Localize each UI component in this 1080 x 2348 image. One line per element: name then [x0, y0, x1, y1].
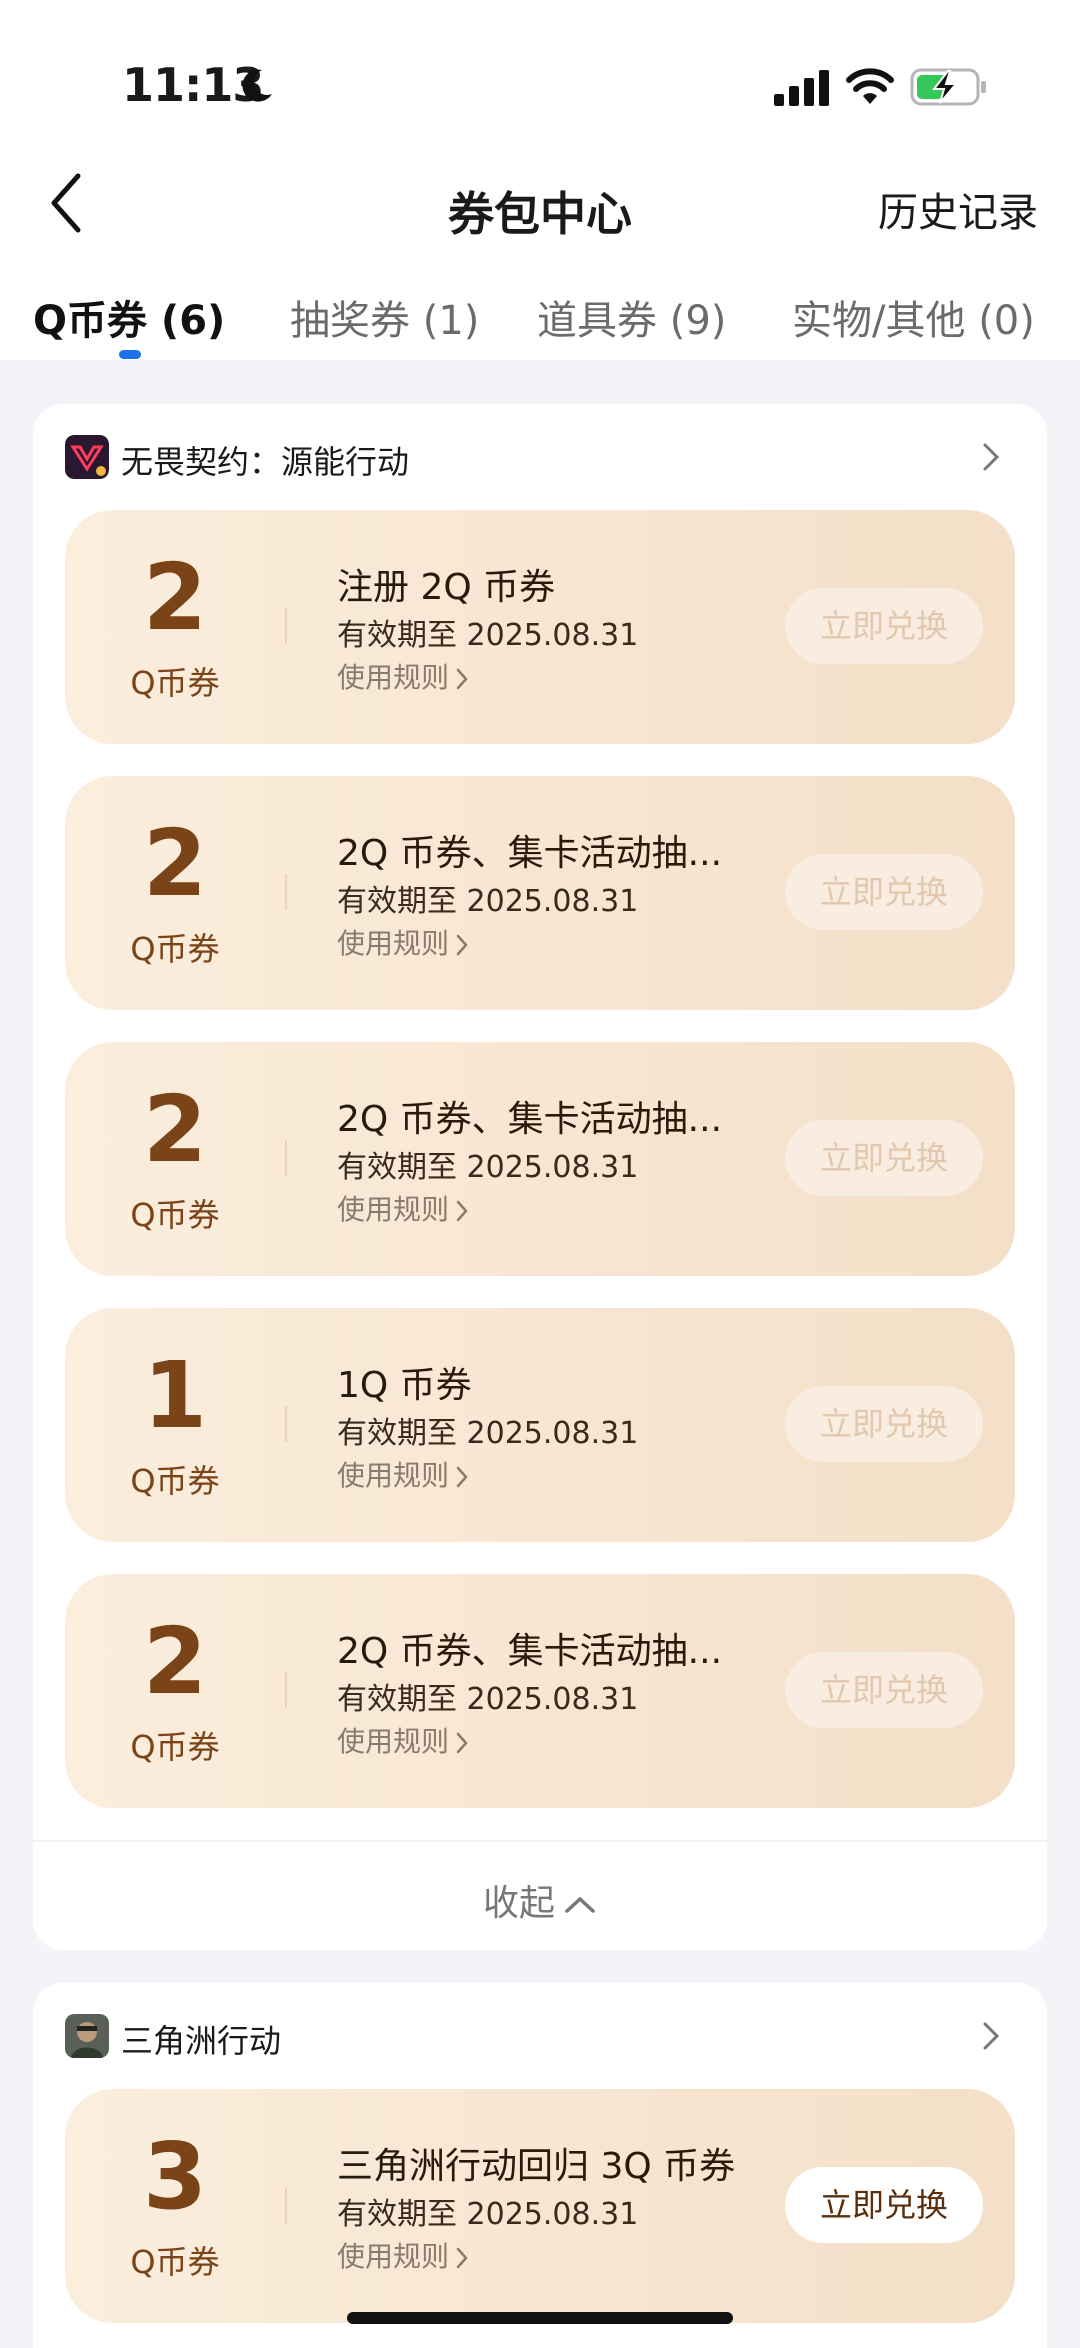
usage-rules-label: 使用规则 [337, 2240, 450, 2273]
usage-rules-link[interactable]: 使用规则 [337, 2235, 469, 2275]
collapse-label: 收起 [482, 1883, 555, 1924]
coupon-expiry: 有效期至 2025.08.31 [337, 1682, 639, 1717]
game-logo-icon [65, 435, 109, 479]
chevron-right-icon [456, 1732, 468, 1754]
divider [33, 1840, 1047, 1842]
tab-physical-other[interactable]: 实物/其他 (0) [792, 288, 1035, 346]
coupon-name: 2Q 币券、集卡活动抽... [337, 1631, 723, 1672]
moon-icon [242, 69, 272, 102]
redeem-button[interactable]: 立即兑换 [785, 1386, 983, 1462]
chevron-right-icon [456, 934, 468, 956]
coupon-expiry: 有效期至 2025.08.31 [337, 618, 639, 653]
redeem-button[interactable]: 立即兑换 [785, 2167, 983, 2243]
group-header[interactable]: 三角洲行动 [65, 2014, 1015, 2060]
chevron-right-icon [983, 2022, 1000, 2050]
coupon-divider [285, 1140, 287, 1176]
usage-rules-label: 使用规则 [337, 1193, 450, 1226]
usage-rules-link[interactable]: 使用规则 [337, 922, 469, 962]
usage-rules-link[interactable]: 使用规则 [337, 656, 469, 696]
usage-rules-link[interactable]: 使用规则 [337, 1188, 469, 1228]
redeem-button[interactable]: 立即兑换 [785, 588, 983, 664]
chevron-right-icon [456, 2247, 468, 2269]
group-title: 三角洲行动 [121, 2022, 282, 2060]
coupon-name: 2Q 币券、集卡活动抽... [337, 1099, 723, 1140]
usage-rules-label: 使用规则 [337, 1725, 450, 1758]
usage-rules-link[interactable]: 使用规则 [337, 1454, 469, 1494]
active-tab-indicator [119, 350, 141, 359]
coupon-name: 注册 2Q 币券 [337, 567, 556, 608]
collapse-button[interactable]: 收起 [33, 1874, 1047, 1926]
coupon-unit: Q币券 [130, 1196, 220, 1234]
wifi-icon [846, 68, 894, 104]
tab-lottery-coupons[interactable]: 抽奖券 (1) [290, 288, 479, 346]
cellular-signal-icon [774, 70, 829, 106]
chevron-right-icon [983, 443, 1000, 471]
coupon-value: 2 [142, 1608, 207, 1715]
chevron-right-icon [456, 668, 468, 690]
group-title: 无畏契约：源能行动 [121, 443, 410, 481]
coupon-unit: Q币券 [130, 2243, 220, 2281]
group-header[interactable]: 无畏契约：源能行动 [65, 435, 1015, 481]
coupon-name: 三角洲行动回归 3Q 币券 [337, 2146, 736, 2187]
coupon-unit: Q币券 [130, 1462, 220, 1500]
coupon-card: 2 Q币券 注册 2Q 币券 有效期至 2025.08.31 使用规则 立即兑换 [65, 510, 1015, 744]
coupon-card: 2 Q币券 2Q 币券、集卡活动抽... 有效期至 2025.08.31 使用规… [65, 1042, 1015, 1276]
chevron-up-icon [565, 1896, 595, 1913]
coupon-group-valorant: 无畏契约：源能行动 2 Q币券 注册 2Q 币券 有效期至 2025.08.31… [33, 404, 1047, 1950]
coupon-expiry: 有效期至 2025.08.31 [337, 2197, 639, 2232]
coupon-value: 2 [142, 544, 207, 651]
coupon-divider [285, 2187, 287, 2223]
coupon-value: 3 [142, 2123, 207, 2230]
coupon-name: 1Q 币券 [337, 1365, 472, 1406]
history-button[interactable]: 历史记录 [878, 180, 1038, 238]
coupon-name: 2Q 币券、集卡活动抽... [337, 833, 723, 874]
coupon-card: 2 Q币券 2Q 币券、集卡活动抽... 有效期至 2025.08.31 使用规… [65, 1574, 1015, 1808]
coupon-card: 3 Q币券 三角洲行动回归 3Q 币券 有效期至 2025.08.31 使用规则… [65, 2089, 1015, 2323]
game-logo-icon [65, 2014, 109, 2058]
coupon-unit: Q币券 [130, 664, 220, 702]
redeem-button[interactable]: 立即兑换 [785, 1652, 983, 1728]
home-indicator[interactable] [347, 2312, 733, 2324]
coupon-value: 2 [142, 810, 207, 917]
coupon-expiry: 有效期至 2025.08.31 [337, 1150, 639, 1185]
coupon-value: 1 [142, 1342, 207, 1449]
battery-charging-icon [910, 68, 986, 106]
coupon-group-delta-force: 三角洲行动 3 Q币券 三角洲行动回归 3Q 币券 有效期至 2025.08.3… [33, 1983, 1047, 2348]
coupon-value: 2 [142, 1076, 207, 1183]
coupon-divider [285, 1672, 287, 1708]
usage-rules-label: 使用规则 [337, 1459, 450, 1492]
coupon-divider [285, 608, 287, 644]
coupon-unit: Q币券 [130, 1728, 220, 1766]
usage-rules-link[interactable]: 使用规则 [337, 1720, 469, 1760]
tab-bar: Q币券 (6) 抽奖券 (1) 道具券 (9) 实物/其他 (0) [0, 288, 1080, 348]
coupon-unit: Q币券 [130, 930, 220, 968]
chevron-right-icon [456, 1200, 468, 1222]
coupon-card: 1 Q币券 1Q 币券 有效期至 2025.08.31 使用规则 立即兑换 [65, 1308, 1015, 1542]
coupon-card: 2 Q币券 2Q 币券、集卡活动抽... 有效期至 2025.08.31 使用规… [65, 776, 1015, 1010]
coupon-expiry: 有效期至 2025.08.31 [337, 884, 639, 919]
coupon-divider [285, 874, 287, 910]
chevron-right-icon [456, 1466, 468, 1488]
usage-rules-label: 使用规则 [337, 927, 450, 960]
tab-q-coin-coupons[interactable]: Q币券 (6) [33, 288, 225, 346]
coupon-divider [285, 1406, 287, 1442]
redeem-button[interactable]: 立即兑换 [785, 1120, 983, 1196]
tab-item-coupons[interactable]: 道具券 (9) [537, 288, 726, 346]
usage-rules-label: 使用规则 [337, 661, 450, 694]
coupon-expiry: 有效期至 2025.08.31 [337, 1416, 639, 1451]
redeem-button[interactable]: 立即兑换 [785, 854, 983, 930]
